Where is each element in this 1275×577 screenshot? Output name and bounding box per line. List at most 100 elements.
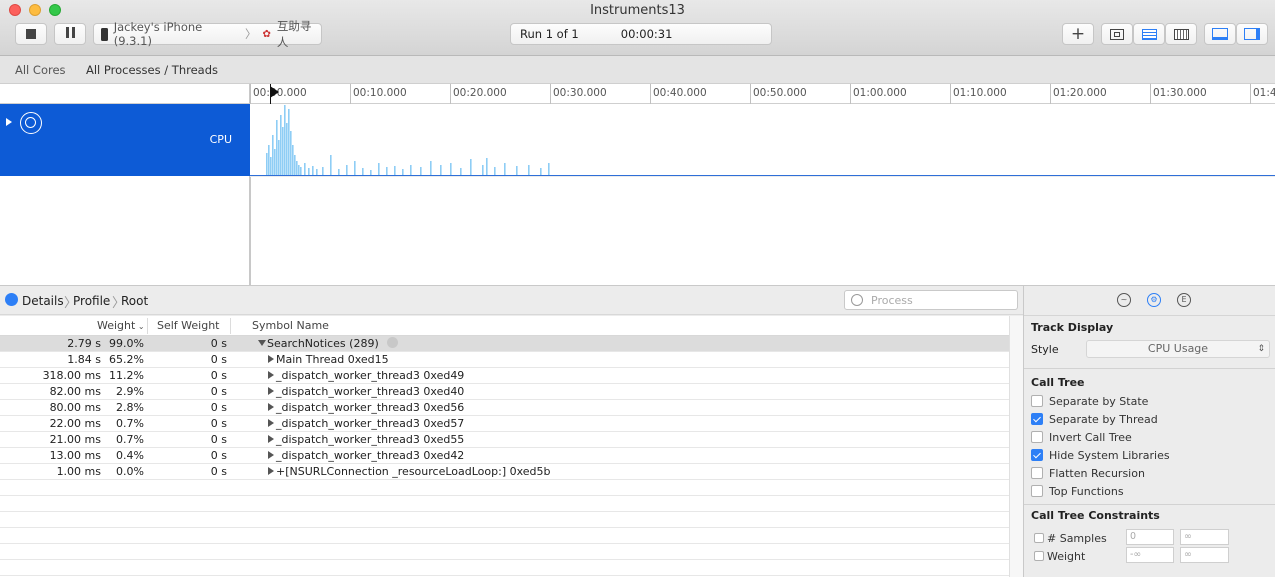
disclosure-closed-icon[interactable]: [268, 419, 274, 427]
self-weight-cell: 0 s: [210, 401, 227, 414]
table-row[interactable]: 21.00 ms 0.7% 0 s _dispatch_worker_threa…: [0, 432, 1009, 448]
call-tree-constraints-title: Call Tree Constraints: [1031, 509, 1160, 522]
ruler-tick: 01:10.000: [950, 84, 1007, 104]
symbol-name-column-header[interactable]: Symbol Name: [252, 319, 329, 332]
focus-arrow-icon[interactable]: [386, 337, 398, 348]
checkbox-box[interactable]: [1031, 431, 1043, 443]
popup-chevron-icon: ⇕: [1257, 344, 1265, 354]
table-row[interactable]: 82.00 ms 2.9% 0 s _dispatch_worker_threa…: [0, 384, 1009, 400]
toggle-detail-pane-button[interactable]: [1204, 23, 1236, 45]
display-settings-gear-icon[interactable]: ⚙: [1147, 293, 1161, 307]
cpu-spike: [540, 168, 542, 175]
track-label: CPU: [209, 133, 232, 146]
weight-cell: 318.00 ms: [42, 369, 101, 382]
cpu-usage-graph[interactable]: [250, 104, 1275, 176]
weight-column-header[interactable]: Weight ⌄: [97, 319, 145, 332]
empty-row: [0, 544, 1009, 560]
cpu-spike: [504, 163, 506, 175]
sort-chevron-icon: ⌄: [135, 322, 145, 331]
top-functions-checkbox[interactable]: Top Functions: [1031, 484, 1124, 498]
weight-max-input[interactable]: ∞: [1180, 547, 1229, 563]
cpu-spike: [482, 165, 484, 175]
symbol-cell: _dispatch_worker_thread3 0xed42: [268, 449, 464, 462]
table-row[interactable]: 2.79 s 99.0% 0 s SearchNotices (289): [0, 336, 1009, 352]
disclosure-closed-icon[interactable]: [268, 451, 274, 459]
playhead-handle[interactable]: [270, 86, 279, 98]
symbol-cell: Main Thread 0xed15: [268, 353, 389, 366]
checkbox-box[interactable]: [1031, 413, 1043, 425]
invert-call-tree-checkbox[interactable]: Invert Call Tree: [1031, 430, 1132, 444]
table-row[interactable]: 318.00 ms 11.2% 0 s _dispatch_worker_thr…: [0, 368, 1009, 384]
run-status-display: Run 1 of 1 00:00:31: [510, 23, 772, 45]
extended-detail-tab-icon[interactable]: E: [1177, 293, 1191, 307]
style-select[interactable]: CPU Usage ⇕: [1086, 340, 1270, 358]
disclosure-closed-icon[interactable]: [268, 467, 274, 475]
timeline-ruler[interactable]: 00:00.000 00:10.000 00:20.000 00:30.000 …: [250, 84, 1275, 104]
search-placeholder: Process: [871, 294, 913, 307]
table-scrollbar[interactable]: [1009, 316, 1023, 577]
checkbox-box[interactable]: [1031, 449, 1043, 461]
call-tree-table: Weight ⌄ Self Weight Symbol Name 2.79 s …: [0, 316, 1009, 577]
breadcrumb-details[interactable]: Details: [22, 294, 64, 308]
table-row[interactable]: 22.00 ms 0.7% 0 s _dispatch_worker_threa…: [0, 416, 1009, 432]
expand-track-icon[interactable]: [6, 118, 12, 126]
breadcrumb-root[interactable]: Root: [121, 294, 148, 308]
hide-system-libraries-checkbox[interactable]: Hide System Libraries: [1031, 448, 1170, 462]
cpu-spike: [316, 169, 318, 175]
window-title: Instruments13: [590, 3, 685, 18]
all-processes-button[interactable]: All Processes / Threads: [86, 63, 218, 77]
samples-constraint-checkbox[interactable]: # Samples: [1034, 531, 1107, 545]
table-row[interactable]: 1.00 ms 0.0% 0 s +[NSURLConnection _reso…: [0, 464, 1009, 480]
flatten-recursion-checkbox[interactable]: Flatten Recursion: [1031, 466, 1145, 480]
table-row[interactable]: 13.00 ms 0.4% 0 s _dispatch_worker_threa…: [0, 448, 1009, 464]
weight-cell: 80.00 ms: [49, 401, 101, 414]
keyboard-view-button[interactable]: [1165, 23, 1197, 45]
all-cores-button[interactable]: All Cores: [15, 63, 66, 77]
separate-by-state-checkbox[interactable]: Separate by State: [1031, 394, 1148, 408]
cpu-spike: [386, 167, 388, 175]
weight-constraint-checkbox[interactable]: Weight: [1034, 549, 1085, 563]
toggle-inspector-button[interactable]: [1236, 23, 1268, 45]
cpu-instrument-icon: [20, 112, 42, 134]
cpu-track-header[interactable]: CPU: [0, 104, 250, 176]
disclosure-closed-icon[interactable]: [268, 403, 274, 411]
checkbox-box[interactable]: [1031, 485, 1043, 497]
inspector-tabs: ~ ⚙ E: [1024, 286, 1275, 316]
self-weight-cell: 0 s: [210, 433, 227, 446]
checkbox-box[interactable]: [1034, 533, 1044, 543]
list-view-button[interactable]: [1133, 23, 1165, 45]
checkbox-box[interactable]: [1031, 467, 1043, 479]
cpu-spike: [304, 163, 306, 175]
percent-cell: 0.7%: [116, 417, 144, 430]
add-instrument-button[interactable]: +: [1062, 23, 1094, 45]
samples-min-input[interactable]: 0: [1126, 529, 1174, 545]
separate-by-thread-checkbox[interactable]: Separate by Thread: [1031, 412, 1158, 426]
disclosure-closed-icon[interactable]: [268, 355, 274, 363]
breadcrumb-profile[interactable]: Profile: [73, 294, 110, 308]
symbol-cell: _dispatch_worker_thread3 0xed40: [268, 385, 464, 398]
disclosure-closed-icon[interactable]: [268, 371, 274, 379]
empty-row: [0, 560, 1009, 576]
record-settings-button[interactable]: [1101, 23, 1133, 45]
target-selector[interactable]: Jackey's iPhone (9.3.1) 〉 ✿ 互助寻人: [93, 19, 322, 49]
ruler-tick: 00:50.000: [750, 84, 807, 104]
self-weight-column-header[interactable]: Self Weight: [157, 319, 220, 332]
cpu-spike: [516, 166, 518, 175]
disclosure-open-icon[interactable]: [258, 340, 266, 346]
weight-cell: 2.79 s: [67, 337, 101, 350]
table-row[interactable]: 80.00 ms 2.8% 0 s _dispatch_worker_threa…: [0, 400, 1009, 416]
disclosure-closed-icon[interactable]: [268, 435, 274, 443]
checkbox-box[interactable]: [1031, 395, 1043, 407]
table-row[interactable]: 1.84 s 65.2% 0 s Main Thread 0xed15: [0, 352, 1009, 368]
cpu-spike: [278, 140, 280, 175]
checkbox-box[interactable]: [1034, 551, 1044, 561]
samples-max-input[interactable]: ∞: [1180, 529, 1229, 545]
pause-button[interactable]: [54, 23, 86, 45]
cpu-spike: [346, 165, 348, 175]
stop-button[interactable]: [15, 23, 47, 45]
disclosure-closed-icon[interactable]: [268, 387, 274, 395]
process-search-input[interactable]: Process: [844, 290, 1018, 310]
record-settings-tab-icon[interactable]: ~: [1117, 293, 1131, 307]
ruler-tick: 00:30.000: [550, 84, 607, 104]
weight-min-input[interactable]: -∞: [1126, 547, 1174, 563]
